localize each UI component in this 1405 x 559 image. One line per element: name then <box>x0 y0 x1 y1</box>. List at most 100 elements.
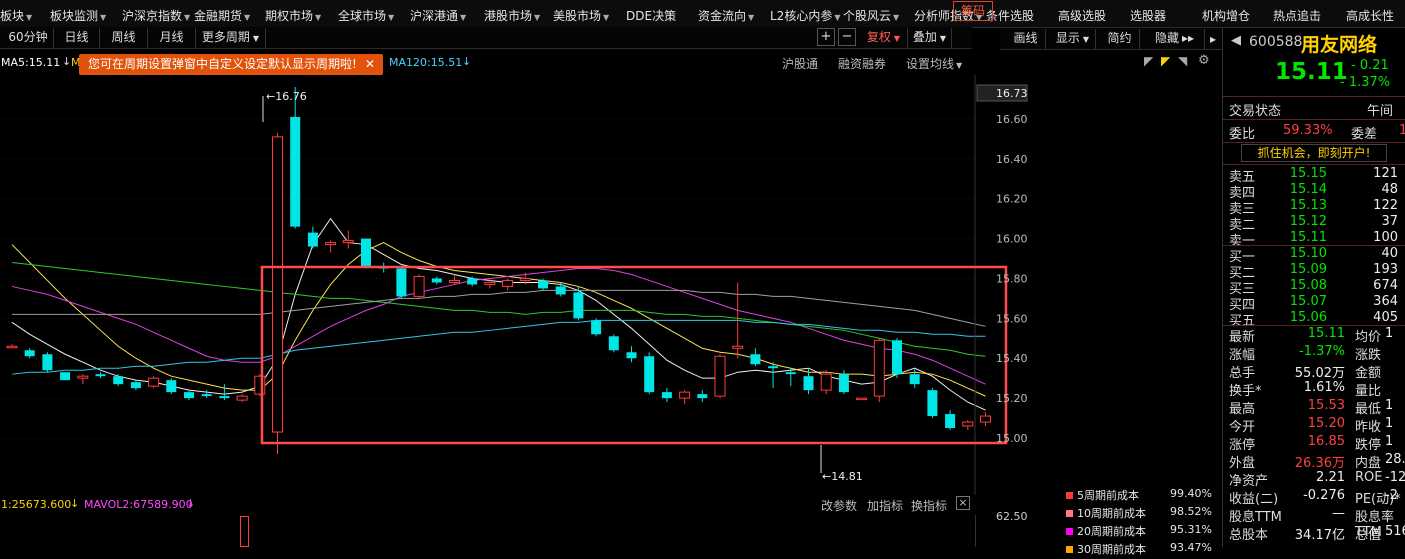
hgt-link[interactable]: 沪股通 <box>782 55 818 72</box>
svg-text:←16.76: ←16.76 <box>266 90 307 103</box>
menu-item-0[interactable]: 板块 ▼ <box>0 7 32 24</box>
candle <box>431 276 442 285</box>
menu-item-17[interactable]: 机构增仓 <box>1202 7 1250 24</box>
candle-body <box>626 352 637 359</box>
menu-item-label: 资金流向 <box>698 9 747 23</box>
chip-distribution-button[interactable]: 筹码 <box>953 1 993 21</box>
expand-arrow-icon[interactable]: ▸ <box>1210 32 1216 46</box>
rights-adjust-dropdown[interactable]: 复权 ▼ <box>860 28 908 48</box>
chevron-down-icon: ▼ <box>939 34 947 43</box>
volume-info-bar: 1:25673.600 ↓ MAVOL2:67589.900 ↓ 改参数 加指标… <box>0 495 972 515</box>
candle <box>272 132 283 454</box>
candle <box>42 352 53 373</box>
period-60min-button[interactable]: 60分钟 <box>3 28 54 48</box>
menu-item-7[interactable]: 港股市场 ▼ <box>484 7 540 24</box>
candle-body <box>608 336 619 351</box>
legend-swatch <box>1066 510 1073 517</box>
chevron-down-icon: ▼ <box>460 13 467 22</box>
candle <box>626 346 637 363</box>
book-volume: 121 <box>1373 166 1398 181</box>
candle <box>892 338 902 379</box>
stat-value: 34.17亿 <box>1294 528 1345 543</box>
candle <box>113 374 124 387</box>
menu-item-9[interactable]: DDE决策 <box>626 7 676 24</box>
add-indicator-link[interactable]: 加指标 <box>867 497 903 514</box>
candle-body <box>113 376 124 385</box>
menu-item-19[interactable]: 高成长性 <box>1346 7 1394 24</box>
zoom-out-button[interactable]: − <box>838 28 856 46</box>
stat-value: 2.21 <box>1316 470 1345 485</box>
switch-indicator-link[interactable]: 换指标 <box>911 497 947 514</box>
candle <box>962 420 974 431</box>
chevron-down-icon: ▼ <box>26 13 33 22</box>
margin-trading-link[interactable]: 融资融券 <box>838 55 886 72</box>
close-icon[interactable]: ✕ <box>365 54 375 75</box>
legend-label: 10周期前成本 <box>1077 507 1146 520</box>
zoom-in-button[interactable]: + <box>817 28 835 46</box>
open-account-banner[interactable]: 抓住机会，即刻开户! <box>1241 144 1387 162</box>
menu-item-15[interactable]: 高级选股 <box>1058 7 1106 24</box>
more-periods-label: 更多周期 <box>201 30 250 44</box>
candle <box>608 334 619 353</box>
book-volume: 100 <box>1373 230 1398 245</box>
menu-item-5[interactable]: 全球市场 ▼ <box>338 7 394 24</box>
price-tick-label: 16.40 <box>996 153 1028 166</box>
stat-value-2: -2 <box>1385 488 1398 503</box>
candle <box>60 372 71 381</box>
prev-stock-icon[interactable]: ◀ <box>1231 33 1241 48</box>
chart-toolbar: 60分钟 日线 周线 月线 更多周期 ▼ + − 复权 ▼ 叠加 ▼ <box>0 27 972 49</box>
chip-active-icon[interactable]: ◤ <box>1161 54 1170 68</box>
period-monthly-button[interactable]: 月线 <box>148 28 196 48</box>
simple-mode-button[interactable]: 简约 <box>1100 29 1140 49</box>
stat-row: 外盘 26.36万内盘28.0 <box>1223 452 1405 471</box>
menu-item-4[interactable]: 期权市场 ▼ <box>265 7 321 24</box>
draw-line-button[interactable]: 画线 <box>1006 29 1046 49</box>
menu-item-12[interactable]: 个股风云 ▼ <box>843 7 899 24</box>
candle-body <box>697 394 708 399</box>
candle-body <box>945 414 956 429</box>
quote-panel: ◀ 600588 用友网络 15.11 - 0.21 - 1.37% 交易状态 … <box>1222 28 1405 547</box>
candle-body <box>254 375 266 395</box>
chip-compare-icon[interactable]: ◥ <box>1178 54 1187 68</box>
menu-item-6[interactable]: 沪深港通 ▼ <box>410 7 466 24</box>
menu-item-16[interactable]: 选股器 <box>1130 7 1166 24</box>
menu-item-18[interactable]: 热点追击 <box>1273 7 1321 24</box>
chip-view-icon[interactable]: ◤ <box>1144 54 1153 68</box>
menu-item-14[interactable]: 条件选股 <box>986 7 1034 24</box>
menu-item-3[interactable]: 金融期货 ▼ <box>194 7 250 24</box>
menu-item-1[interactable]: 板块监测 ▼ <box>50 7 106 24</box>
more-periods-dropdown[interactable]: 更多周期 ▼ <box>196 28 266 48</box>
period-daily-button[interactable]: 日线 <box>54 28 100 48</box>
overlay-dropdown[interactable]: 叠加 ▼ <box>908 28 952 48</box>
close-indicator-button[interactable]: × <box>956 496 970 510</box>
candle <box>591 318 602 337</box>
display-dropdown[interactable]: 显示 ▼ <box>1050 29 1096 49</box>
candle <box>945 410 956 431</box>
price-tick-label: 16.20 <box>996 193 1028 206</box>
book-volume: 48 <box>1381 182 1398 197</box>
kline-chart[interactable]: 16.73 16.60 16.40 16.20 16.00 15.80 15.60 15.40… <box>0 75 1030 495</box>
stat-value: 15.53 <box>1307 398 1345 413</box>
legend-label: 20周期前成本 <box>1077 525 1146 538</box>
last-price: 15.11 <box>1275 59 1348 85</box>
menu-item-10[interactable]: 资金流向 ▼ <box>698 7 754 24</box>
change-params-link[interactable]: 改参数 <box>821 497 857 514</box>
gear-icon[interactable]: ⚙ <box>1198 53 1210 68</box>
menu-item-label: 机构增仓 <box>1202 9 1251 23</box>
candle <box>413 274 425 299</box>
hide-button[interactable]: 隐藏 ▸▸ <box>1145 29 1205 49</box>
book-price: 15.07 <box>1289 294 1327 309</box>
menu-item-11[interactable]: L2核心内参 ▼ <box>770 7 840 24</box>
arrow-down-icon: ↓ <box>462 55 472 68</box>
menu-item-8[interactable]: 美股市场 ▼ <box>553 7 609 24</box>
menu-item-2[interactable]: 沪深京指数 ▼ <box>122 7 190 24</box>
candle-body <box>892 340 902 375</box>
stat-label: 涨停 <box>1229 438 1256 453</box>
candle-body <box>325 242 337 246</box>
chevron-down-icon: ▼ <box>748 13 755 22</box>
stat-value: 55.02万 <box>1294 366 1345 381</box>
ma-setting-dropdown[interactable]: 设置均线 ▼ <box>906 55 962 72</box>
chevron-down-icon: ▼ <box>388 13 395 22</box>
period-weekly-button[interactable]: 周线 <box>100 28 148 48</box>
legend-pct: 98.52% <box>1170 505 1212 518</box>
